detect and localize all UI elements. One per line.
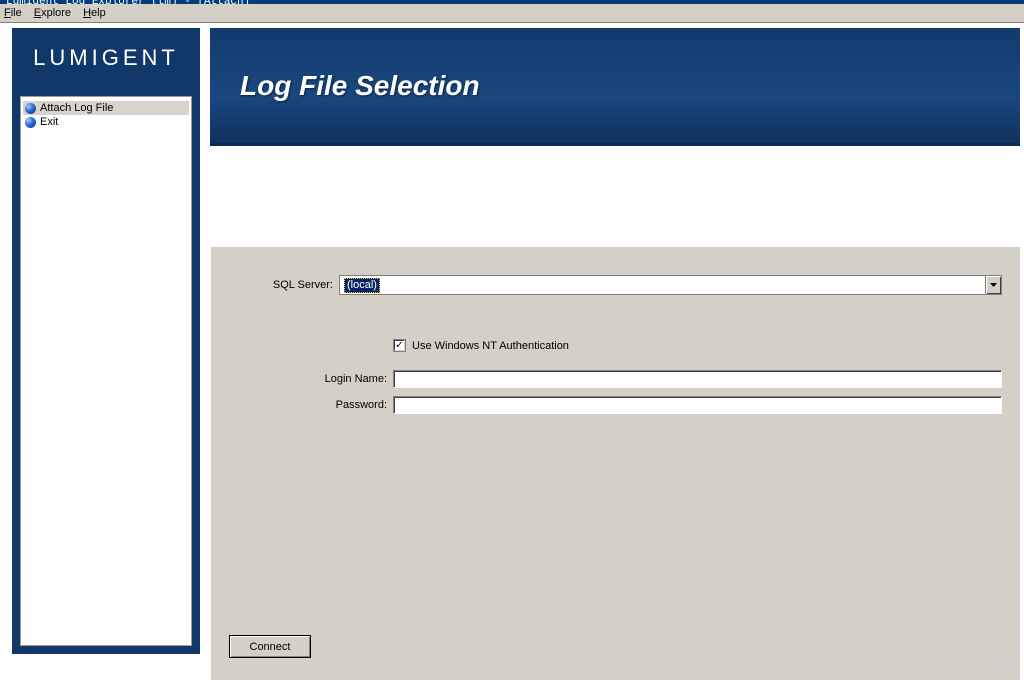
menu-file[interactable]: File: [4, 7, 22, 19]
menu-explore[interactable]: Explore: [34, 7, 71, 19]
sidebar: LUMIGENT Attach Log File Exit: [12, 28, 200, 654]
client-area: LUMIGENT Attach Log File Exit Log File S…: [0, 23, 1024, 680]
page-header: Log File Selection: [210, 28, 1020, 146]
sql-server-value-wrap: (local): [340, 276, 985, 294]
nav-panel: Attach Log File Exit: [20, 96, 192, 646]
main-column: Log File Selection SQL Server: (local) ✓…: [210, 28, 1020, 680]
row-password: Password:: [229, 396, 1002, 414]
sql-server-label: SQL Server:: [229, 279, 339, 291]
page-title: Log File Selection: [240, 70, 480, 102]
login-name-label: Login Name:: [229, 373, 393, 385]
row-login-name: Login Name:: [229, 370, 1002, 388]
sidebar-item-label: Exit: [40, 116, 58, 128]
password-input[interactable]: [393, 396, 1002, 414]
login-name-input[interactable]: [393, 370, 1002, 388]
sphere-icon: [25, 103, 36, 114]
brand-logo: LUMIGENT: [12, 28, 200, 88]
menu-bar: File Explore Help: [0, 4, 1024, 23]
connect-button[interactable]: Connect: [229, 635, 311, 658]
connect-button-label: Connect: [250, 641, 291, 653]
row-nt-auth: ✓ Use Windows NT Authentication: [393, 339, 1002, 352]
form-panel: SQL Server: (local) ✓ Use Windows NT Aut…: [210, 246, 1020, 680]
sidebar-item-attach-log-file[interactable]: Attach Log File: [23, 101, 189, 115]
row-sql-server: SQL Server: (local): [229, 275, 1002, 295]
header-gap: [210, 146, 1020, 246]
sphere-icon: [25, 117, 36, 128]
menu-help[interactable]: Help: [83, 7, 106, 19]
sidebar-item-exit[interactable]: Exit: [23, 115, 189, 129]
nt-auth-checkbox[interactable]: ✓: [393, 339, 406, 352]
nt-auth-label: Use Windows NT Authentication: [412, 340, 569, 352]
chevron-down-icon[interactable]: [985, 276, 1001, 294]
sidebar-item-label: Attach Log File: [40, 102, 113, 114]
sql-server-value: (local): [344, 278, 380, 293]
window-title: Lumigent Log Explorer (tm) - [Attach]: [6, 0, 250, 4]
password-label: Password:: [229, 399, 393, 411]
sql-server-combo[interactable]: (local): [339, 275, 1002, 295]
